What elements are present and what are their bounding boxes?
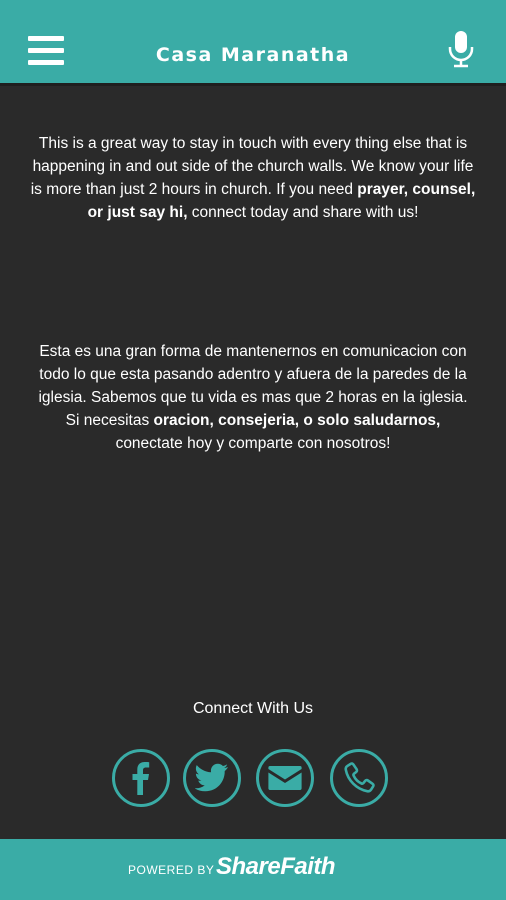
twitter-icon [195,763,228,792]
facebook-button[interactable] [112,749,170,807]
phone-icon [344,762,375,793]
app-footer: POWERED BY ShareFaith [0,839,506,900]
twitter-button[interactable] [183,749,241,807]
intro-english: This is a great way to stay in touch wit… [30,132,476,224]
connect-label: Connect With Us [192,700,314,717]
app-header: Casa Maranatha [0,0,506,86]
powered-by-label: POWERED BY [128,863,215,877]
email-icon [268,766,302,790]
app-title: Casa Maranatha [155,44,351,66]
intro-spanish: Esta es una gran forma de mantenernos en… [30,340,476,455]
intro-spanish-emphasis: oracion, consejeria, o solo saludarnos, [153,412,441,429]
facebook-icon [132,762,150,795]
intro-english-text-end: connect today and share with us! [187,204,419,221]
microphone-icon[interactable] [446,30,476,68]
phone-button[interactable] [330,749,388,807]
email-button[interactable] [256,749,314,807]
sharefaith-logo[interactable]: ShareFaith [216,853,336,881]
intro-spanish-text-end: conectate hoy y comparte con nosotros! [115,435,391,452]
